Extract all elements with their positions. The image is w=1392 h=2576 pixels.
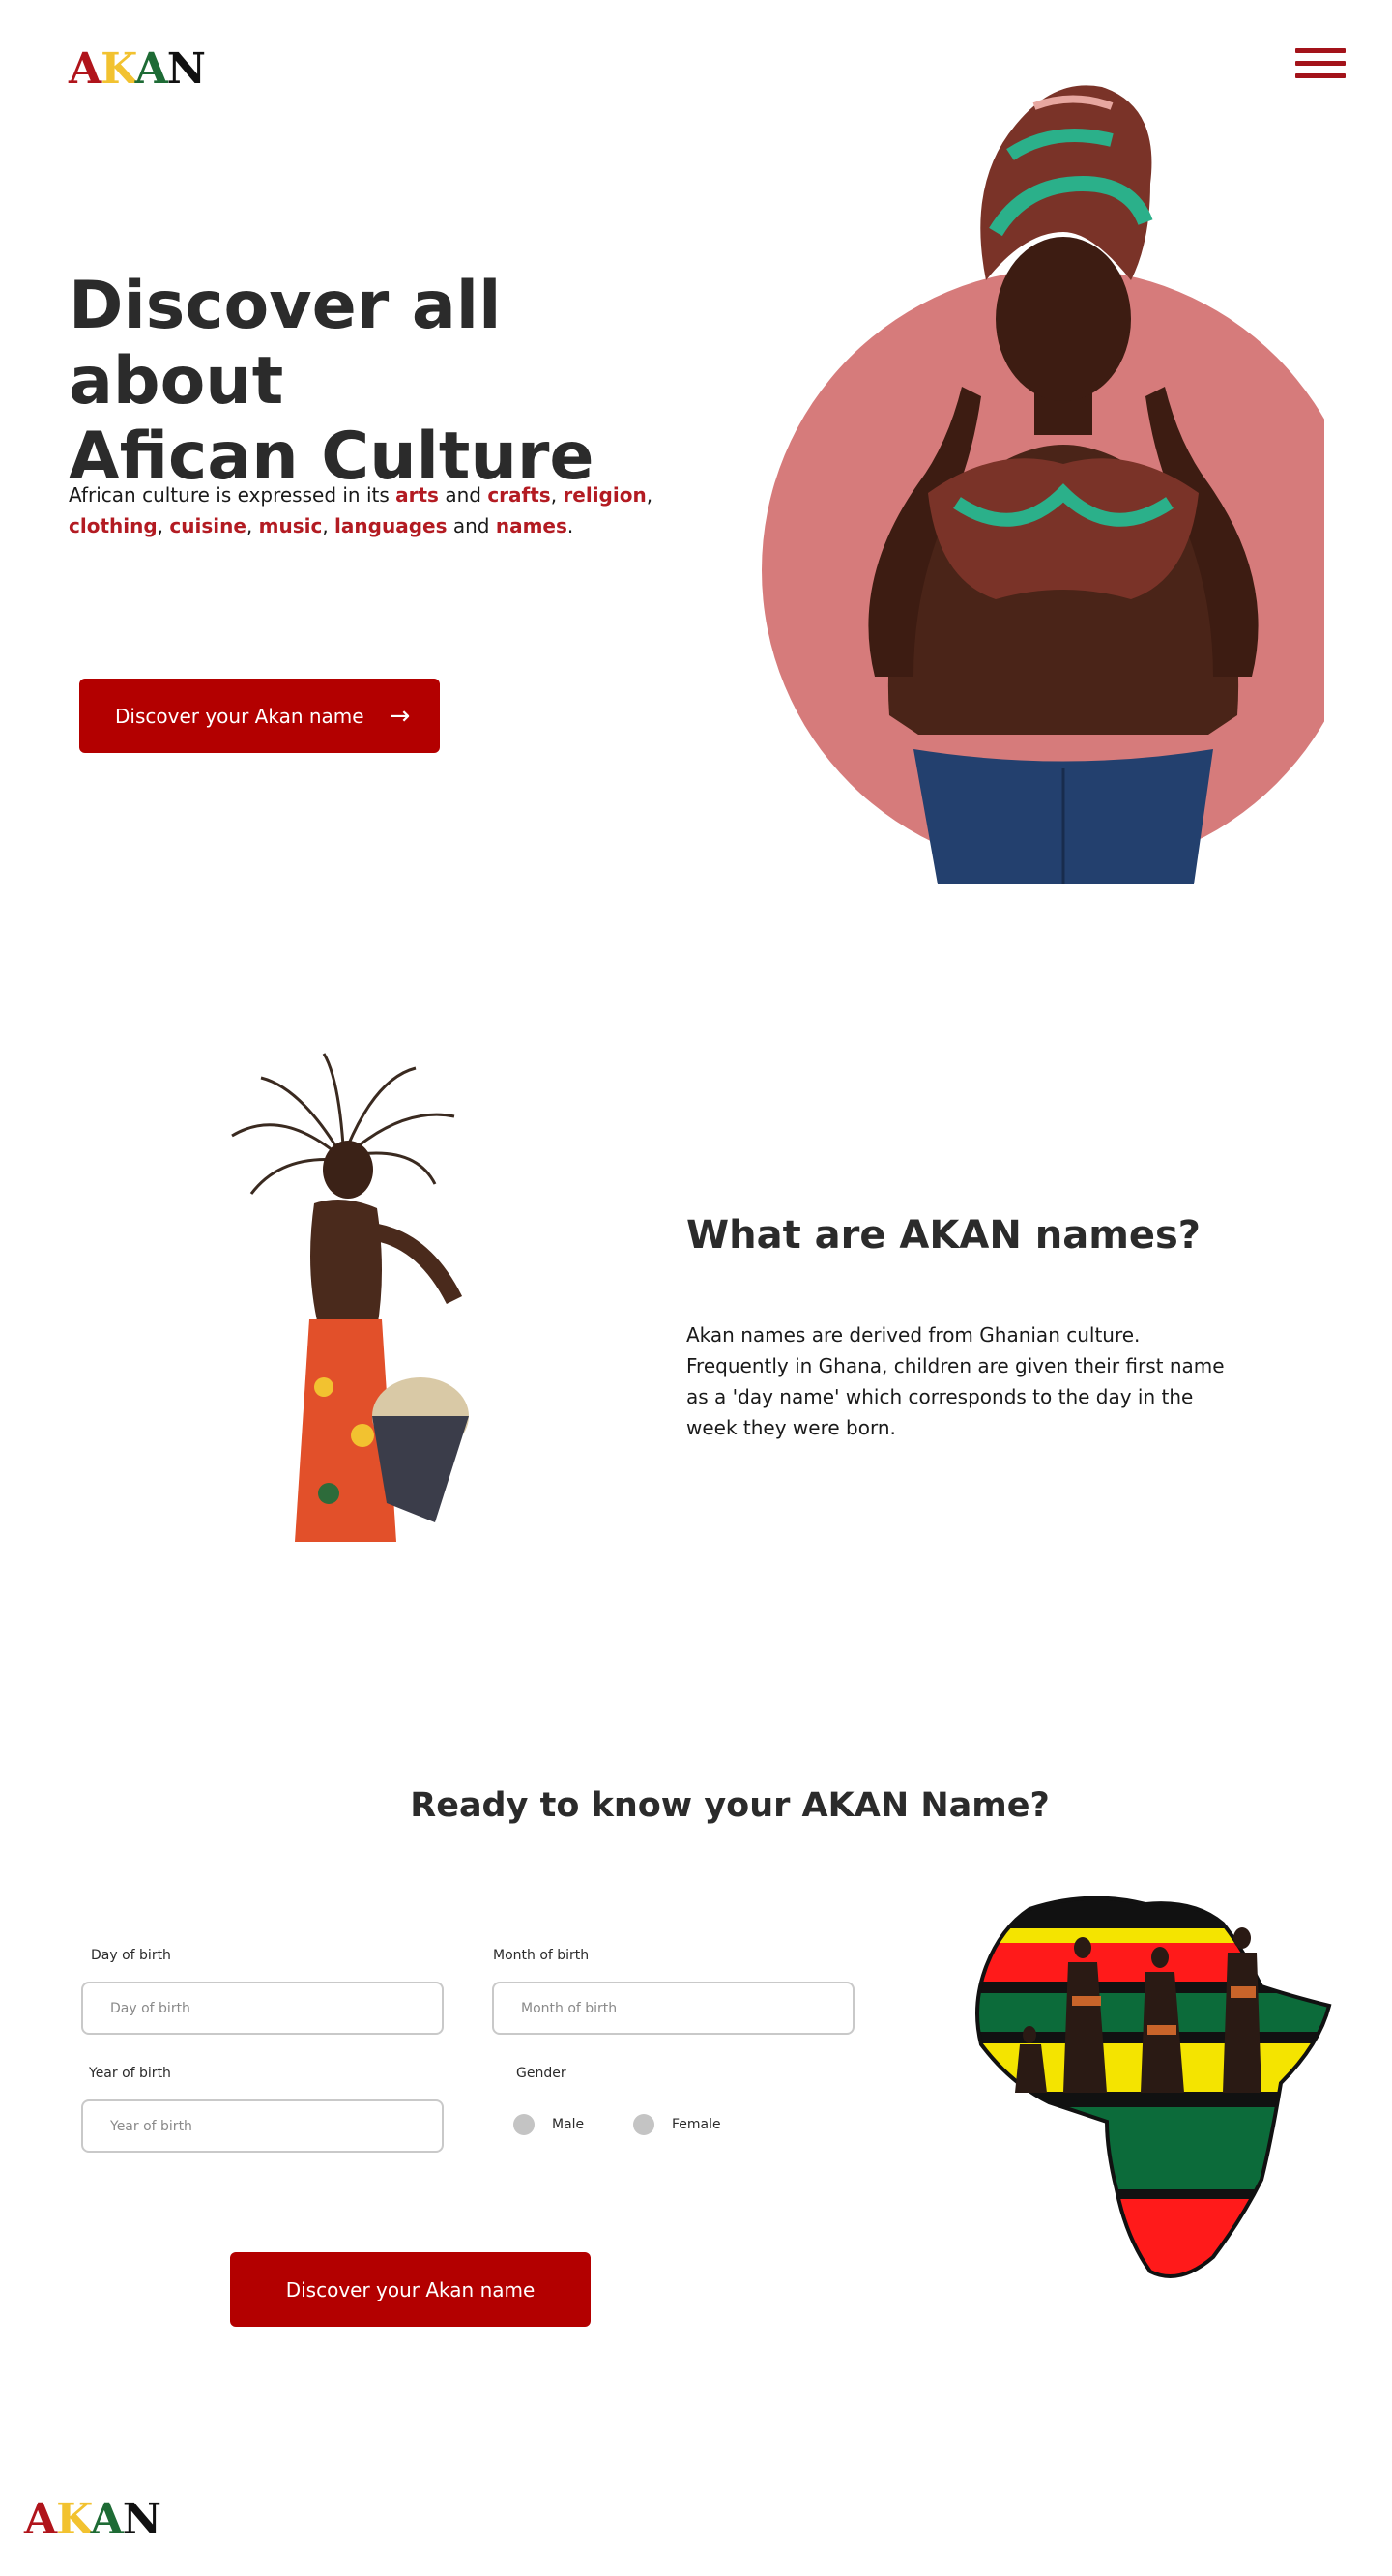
month-of-birth-label: Month of birth <box>493 1948 590 1963</box>
outfit-pattern <box>351 1424 374 1447</box>
dancer-torso <box>310 1200 382 1329</box>
year-of-birth-label: Year of birth <box>89 2066 171 2081</box>
hero-text-comma: , <box>550 483 564 507</box>
keyword-crafts: crafts <box>487 483 551 507</box>
hero-text-comma: , <box>246 514 259 537</box>
hero-text-and: and <box>438 483 488 507</box>
hero-text-comma: , <box>646 483 653 507</box>
africa-map-image <box>975 1896 1332 2278</box>
logo-letter-k: K <box>56 2495 91 2544</box>
gender-male-label: Male <box>552 2117 585 2132</box>
day-of-birth-input[interactable] <box>81 1982 444 2035</box>
keyword-religion: religion <box>563 483 647 507</box>
hero-text-intro: African culture is expressed in its <box>69 483 396 507</box>
hero-text-comma: , <box>322 514 335 537</box>
radio-circle <box>633 2114 654 2135</box>
keyword-arts: arts <box>395 483 439 507</box>
outfit-pattern <box>314 1377 334 1397</box>
drummer-image <box>231 1053 469 1542</box>
dancer-arm <box>374 1224 463 1305</box>
logo-letter-k: K <box>101 44 135 94</box>
hero-description: African culture is expressed in its arts… <box>69 479 668 541</box>
logo-letter-a2: A <box>90 2495 124 2544</box>
hero-title: Discover all about Afican Culture <box>69 269 687 495</box>
woman-top-wrap <box>928 458 1199 599</box>
hero-woman-image <box>762 85 1324 884</box>
hero-title-line-1: Discover all about <box>69 268 502 420</box>
keyword-music: music <box>258 514 323 537</box>
site-logo[interactable]: AKAN <box>69 48 206 91</box>
hero-text-comma: , <box>157 514 170 537</box>
dancer-head <box>323 1141 373 1199</box>
keyword-names: names <box>495 514 567 537</box>
hero-text-and: and <box>447 514 496 537</box>
logo-letter-a: A <box>24 2495 57 2544</box>
submit-akan-name-button[interactable]: Discover your Akan name <box>230 2252 591 2327</box>
discover-button-label: Discover your Akan name <box>115 704 364 728</box>
about-description: Akan names are derived from Ghanian cult… <box>686 1323 1225 1439</box>
form-title: Ready to know your AKAN Name? <box>410 1786 1050 1825</box>
day-of-birth-label: Day of birth <box>91 1948 171 1963</box>
logo-letter-a2: A <box>134 44 168 94</box>
about-title: What are AKAN names? <box>686 1213 1202 1258</box>
keyword-clothing: clothing <box>69 514 158 537</box>
gender-label: Gender <box>516 2066 566 2081</box>
keyword-cuisine: cuisine <box>169 514 246 537</box>
gender-male-radio[interactable]: Male <box>513 2114 584 2135</box>
discover-akan-name-button[interactable]: Discover your Akan name → <box>79 679 440 753</box>
footer-logo[interactable]: AKAN <box>24 2499 161 2541</box>
gender-female-label: Female <box>672 2117 721 2132</box>
logo-letter-a: A <box>69 44 102 94</box>
woman-face <box>996 237 1131 401</box>
month-of-birth-input[interactable] <box>492 1982 855 2035</box>
gender-female-radio[interactable]: Female <box>633 2114 721 2135</box>
arrow-right-icon: → <box>389 701 411 731</box>
year-of-birth-input[interactable] <box>81 2099 444 2153</box>
keyword-languages: languages <box>334 514 448 537</box>
hero-text-period: . <box>566 514 574 537</box>
submit-button-label: Discover your Akan name <box>285 2277 536 2301</box>
outfit-pattern <box>318 1483 339 1504</box>
radio-circle <box>513 2114 535 2135</box>
logo-letter-n: N <box>166 44 206 94</box>
logo-letter-n: N <box>122 2495 161 2544</box>
